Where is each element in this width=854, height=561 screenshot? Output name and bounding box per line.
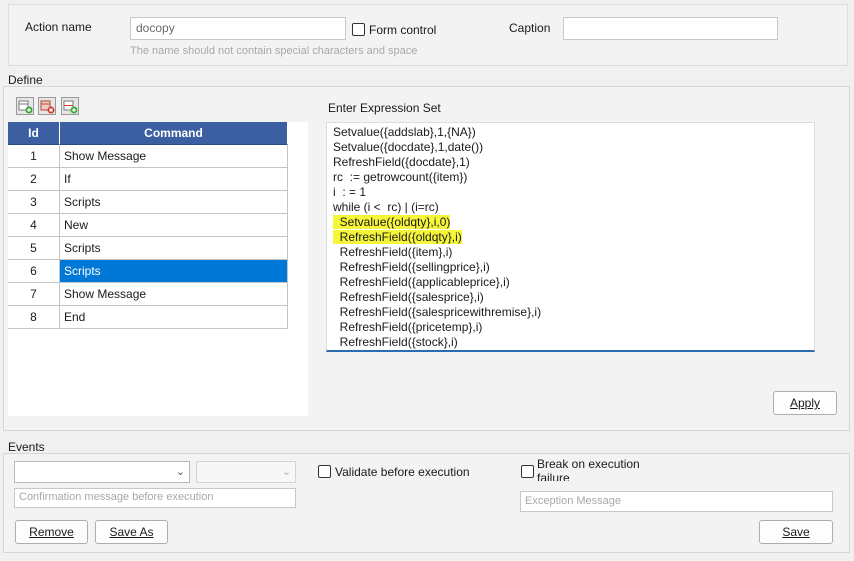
row-id-cell[interactable]: 5 [8, 237, 60, 260]
row-command-cell[interactable]: Show Message [60, 145, 288, 168]
expression-label: Enter Expression Set [328, 101, 441, 115]
code-line-text: RefreshField({oldqty},i) [333, 230, 462, 244]
code-line-text: RefreshField({item},i) [333, 245, 453, 259]
code-line-text: Setvalue({addslab},1,{NA}) [333, 125, 476, 139]
row-id-cell[interactable]: 7 [8, 283, 60, 306]
code-line-text: Setvalue({docdate},1,date()) [333, 140, 484, 154]
code-line-text: RefreshField({stock},i) [333, 335, 458, 349]
code-line: Setvalue({docdate},1,date()) [333, 140, 808, 155]
row-id-cell[interactable]: 3 [8, 191, 60, 214]
insert-row-icon[interactable] [61, 97, 79, 115]
row-command-cell[interactable]: Scripts [60, 260, 288, 283]
row-id-cell[interactable]: 2 [8, 168, 60, 191]
table-row[interactable]: 4 New [8, 214, 308, 237]
code-line: i : = 1 [333, 185, 808, 200]
row-command-cell[interactable]: Scripts [60, 237, 288, 260]
row-command-cell[interactable]: End [60, 306, 288, 329]
code-line: Setvalue({addslab},1,{NA}) [333, 125, 808, 140]
action-name-input[interactable]: docopy [130, 17, 346, 40]
row-id-cell[interactable]: 8 [8, 306, 60, 329]
remove-button-label: Remove [29, 525, 74, 539]
table-row[interactable]: 6 Scripts [8, 260, 308, 283]
code-line-text: RefreshField({sellingprice},i) [333, 260, 490, 274]
code-line: RefreshField({pricetemp},i) [333, 320, 808, 335]
break-on-failure-label-clip: Break on execution failure [537, 457, 667, 481]
code-line-text: RefreshField({salesprice},i) [333, 290, 484, 304]
events-legend: Events [8, 440, 45, 454]
code-line: RefreshField({sellingprice},i) [333, 260, 808, 275]
column-header-command[interactable]: Command [60, 122, 288, 145]
code-line: RefreshField({oldqty},i) [333, 230, 808, 245]
chevron-down-icon: ⌄ [281, 466, 291, 478]
table-row[interactable]: 8 End [8, 306, 308, 329]
save-button[interactable]: Save [759, 520, 833, 544]
code-line-text: RefreshField({applicableprice},i) [333, 275, 510, 289]
validate-checkbox[interactable] [318, 465, 331, 478]
break-on-failure-label: Break on execution failure [537, 457, 640, 481]
code-line: Setvalue({oldqty},i,0) [333, 215, 808, 230]
code-line-text: RefreshField({salespricewithremise},i) [333, 305, 542, 319]
expression-editor[interactable]: Setvalue({addslab},1,{NA}) Setvalue({docd… [326, 122, 815, 352]
table-row[interactable]: 7 Show Message [8, 283, 308, 306]
code-line-text: while (i < rc) | (i=rc) [333, 200, 439, 214]
row-id-cell[interactable]: 6 [8, 260, 60, 283]
add-row-icon[interactable] [16, 97, 34, 115]
row-command-cell[interactable]: Show Message [60, 283, 288, 306]
chevron-down-icon: ⌄ [175, 466, 185, 478]
table-row[interactable]: 1 Show Message [8, 145, 308, 168]
code-line: while (i < rc) | (i=rc) [333, 200, 808, 215]
code-line: RefreshField({salespricewithremise},i) [333, 305, 808, 320]
code-line: RefreshField({docdate},1) [333, 155, 808, 170]
form-control-checkbox[interactable] [352, 23, 365, 36]
command-grid: Id Command 1 Show Message 2 If 3 Scripts 4 New 5… [8, 122, 308, 416]
confirmation-message-input[interactable]: Confirmation message before execution [14, 488, 296, 508]
validate-label: Validate before execution [335, 465, 470, 479]
save-as-button-label: Save As [109, 525, 154, 539]
code-line-text: RefreshField({pricetemp},i) [333, 320, 483, 334]
grid-rows: 1 Show Message 2 If 3 Scripts 4 New 5 Scripts 6 Scr… [8, 145, 308, 329]
caption-input[interactable] [563, 17, 778, 40]
row-command-cell[interactable]: New [60, 214, 288, 237]
exception-message-input[interactable]: Exception Message [520, 491, 833, 512]
code-lines: Setvalue({addslab},1,{NA}) Setvalue({docd… [333, 125, 808, 350]
event-combo-primary[interactable]: ⌄ [14, 461, 190, 483]
apply-button[interactable]: Apply [773, 391, 837, 415]
event-combo-secondary[interactable]: ⌄ [196, 461, 296, 483]
column-header-id[interactable]: Id [8, 122, 60, 145]
code-line: RefreshField({salesprice},i) [333, 290, 808, 305]
caption-label: Caption [509, 21, 551, 35]
table-row[interactable]: 5 Scripts [8, 237, 308, 260]
row-command-cell[interactable]: Scripts [60, 191, 288, 214]
remove-button[interactable]: Remove [15, 520, 88, 544]
code-line-text: RefreshField({docdate},1) [333, 155, 470, 169]
save-as-button[interactable]: Save As [95, 520, 168, 544]
action-name-hint: The name should not contain special char… [130, 45, 418, 57]
code-line: RefreshField({stock},i) [333, 335, 808, 350]
code-line-text: Setvalue({oldqty},i,0) [333, 215, 451, 229]
form-control-label: Form control [369, 23, 437, 37]
define-legend: Define [8, 73, 43, 87]
apply-button-label: Apply [789, 396, 821, 410]
code-line: RefreshField({applicableprice},i) [333, 275, 808, 290]
code-line-text: i : = 1 [333, 185, 367, 199]
grid-header: Id Command [8, 122, 308, 145]
code-line: rc := getrowcount({item}) [333, 170, 808, 185]
save-button-label: Save [782, 525, 810, 539]
action-name-label: Action name [25, 20, 92, 34]
delete-row-icon[interactable] [38, 97, 56, 115]
row-id-cell[interactable]: 4 [8, 214, 60, 237]
table-row[interactable]: 2 If [8, 168, 308, 191]
code-line-text: rc := getrowcount({item}) [333, 170, 468, 184]
break-on-failure-checkbox[interactable] [521, 465, 534, 478]
row-command-cell[interactable]: If [60, 168, 288, 191]
row-id-cell[interactable]: 1 [8, 145, 60, 168]
table-row[interactable]: 3 Scripts [8, 191, 308, 214]
code-line: RefreshField({item},i) [333, 245, 808, 260]
